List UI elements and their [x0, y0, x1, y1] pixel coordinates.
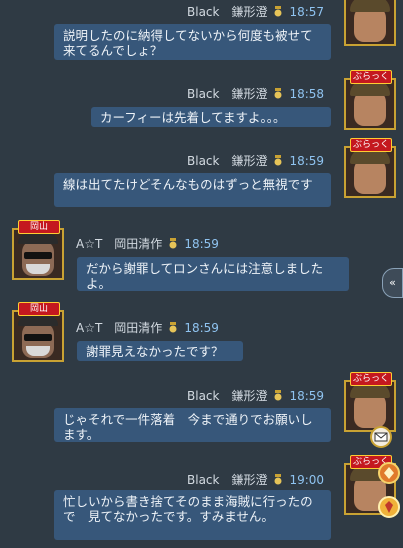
message-time: 19:00 — [289, 473, 325, 487]
expand-panel-button[interactable]: « — [382, 268, 403, 298]
message-meta: A☆T 岡田清作 18:59 — [76, 235, 219, 252]
avatar-team-tag: ぶらっく — [350, 70, 392, 84]
avatar-team-tag: ぶらっく — [350, 372, 392, 386]
avatar-cap — [18, 234, 58, 244]
medal-icon — [273, 6, 283, 17]
sender-name: Black 鎌形澄 — [187, 154, 268, 168]
avatar[interactable]: 岡山 — [12, 302, 64, 362]
message-time: 18:59 — [289, 154, 325, 168]
sender-name: Black 鎌形澄 — [187, 87, 268, 101]
medal-icon — [273, 88, 283, 99]
avatar-sunglasses — [24, 334, 52, 341]
avatar-team-tag: 岡山 — [18, 220, 60, 234]
avatar-beard — [26, 264, 50, 274]
avatar-cap — [350, 0, 390, 12]
sender-name: Black 鎌形澄 — [187, 473, 268, 487]
mail-button[interactable] — [370, 426, 392, 448]
sender-name: Black 鎌形澄 — [187, 5, 268, 19]
message-time: 18:57 — [289, 5, 325, 19]
avatar-team-tag: 岡山 — [18, 302, 60, 316]
avatar[interactable] — [344, 0, 396, 46]
avatar-beard — [26, 346, 50, 356]
message-meta: Black 鎌形澄 18:58 — [187, 85, 324, 102]
avatar-cap — [18, 316, 58, 326]
message-meta: Black 鎌形澄 18:59 — [187, 387, 324, 404]
double-chevron-left-icon: « — [389, 276, 396, 289]
avatar-sunglasses — [24, 252, 52, 259]
message-bubble[interactable]: だから謝罪してロンさんには注意しましたよ。 — [77, 257, 349, 291]
message-meta: Black 鎌形澄 19:00 — [187, 471, 324, 488]
mail-icon — [374, 432, 388, 442]
message-bubble[interactable]: 説明したのに納得してないから何度も被せて来てるんでしょ？ — [54, 24, 331, 60]
avatar-team-tag: ぶらっく — [350, 138, 392, 152]
medal-icon — [273, 390, 283, 401]
message-time: 18:59 — [184, 237, 219, 251]
message-time: 18:59 — [184, 321, 219, 335]
message-bubble[interactable]: カーフィーは先着してますよ。。。 — [91, 107, 331, 127]
message-meta: Black 鎌形澄 18:59 — [187, 152, 324, 169]
skill-badge-icon — [384, 467, 394, 479]
avatar[interactable]: 岡山 — [12, 220, 64, 280]
message-bubble[interactable]: 謝罪見えなかったです？ — [77, 341, 243, 361]
gem-badge-button[interactable] — [378, 496, 400, 518]
sender-name: Black 鎌形澄 — [187, 389, 268, 403]
sender-name: A☆T 岡田清作 — [76, 237, 163, 251]
message-meta: Black 鎌形澄 18:57 — [187, 3, 324, 20]
message-meta: A☆T 岡田清作 18:59 — [76, 319, 219, 336]
message-time: 18:59 — [289, 389, 325, 403]
message-time: 18:58 — [289, 87, 325, 101]
avatar[interactable]: ぶらっく — [344, 138, 396, 198]
gem-badge-icon — [385, 501, 393, 513]
medal-icon — [168, 322, 178, 333]
medal-icon — [168, 238, 178, 249]
avatar[interactable]: ぶらっく — [344, 372, 396, 432]
medal-icon — [273, 155, 283, 166]
medal-icon — [273, 474, 283, 485]
sender-name: A☆T 岡田清作 — [76, 321, 163, 335]
message-bubble[interactable]: じゃそれで一件落着 今まで通りでお願いします。 — [54, 408, 331, 442]
skill-badge-button[interactable] — [378, 462, 400, 484]
avatar[interactable]: ぶらっく — [344, 70, 396, 130]
message-bubble[interactable]: 線は出てたけどそんなものはずっと無視です — [54, 173, 331, 207]
message-bubble[interactable]: 忙しいから書き捨てそのまま海賊に行ったので 見てなかったです。すみません。 — [54, 490, 331, 540]
